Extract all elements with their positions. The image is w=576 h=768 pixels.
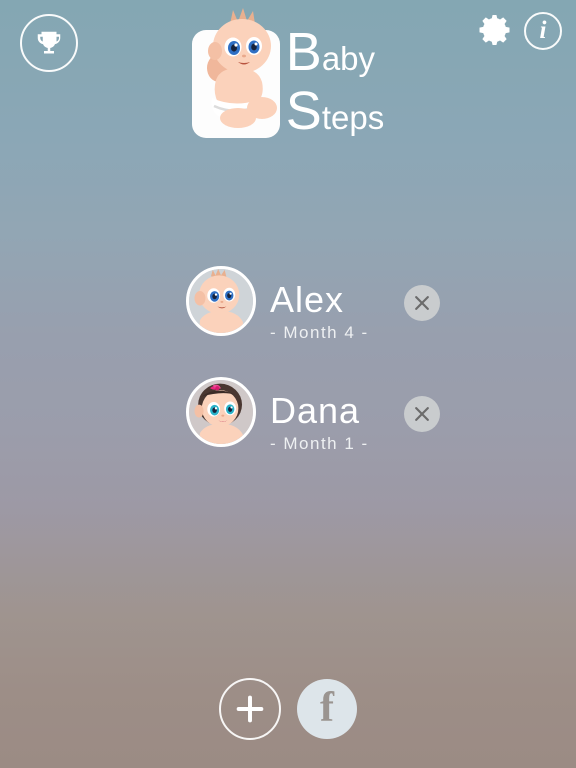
- baby-logo-icon: [191, 8, 280, 138]
- baby-list-item-dana[interactable]: Dana - Month 1 -: [0, 369, 576, 480]
- logo-rest-aby: aby: [321, 40, 376, 77]
- baby-month: - Month 1 -: [270, 433, 369, 453]
- plus-icon: [233, 692, 267, 726]
- baby-name: Alex: [270, 278, 345, 320]
- baby-list-item-alex[interactable]: Alex - Month 4 -: [0, 258, 576, 369]
- add-baby-button[interactable]: [219, 678, 281, 740]
- baby-name: Dana: [270, 389, 361, 431]
- logo-line-baby: B aby: [286, 25, 384, 79]
- logo-line-steps: S teps: [286, 84, 385, 138]
- app-logo: B aby S teps: [0, 8, 576, 138]
- baby-list: Alex - Month 4 - Dana - Month 1 -: [0, 258, 576, 480]
- bottom-action-bar: f: [0, 678, 576, 740]
- delete-baby-button[interactable]: [404, 396, 440, 432]
- delete-baby-button[interactable]: [404, 285, 440, 321]
- facebook-icon: f: [320, 685, 334, 731]
- close-x-icon: [412, 404, 432, 424]
- logo-rest-teps: teps: [321, 99, 385, 136]
- baby-boy-avatar-icon[interactable]: [186, 266, 256, 336]
- close-x-icon: [412, 293, 432, 313]
- baby-month: - Month 4 -: [270, 322, 369, 342]
- baby-girl-avatar-icon[interactable]: [186, 377, 256, 447]
- facebook-button[interactable]: f: [297, 679, 357, 739]
